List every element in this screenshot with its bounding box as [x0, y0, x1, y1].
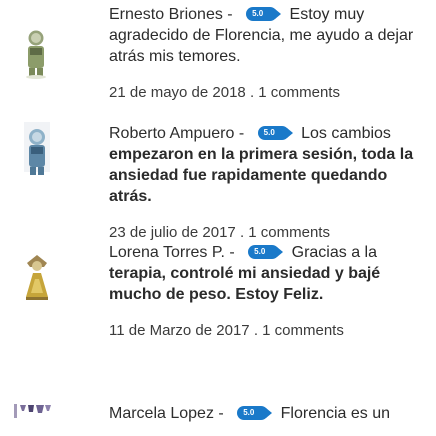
rating-score: 5.0: [252, 9, 264, 18]
user-avatar-icon: [14, 120, 84, 180]
review-item: Ernesto Briones - 5.0 Estoy muy agradeci…: [0, 0, 436, 105]
review-item: Marcela Lopez - 5.0 Florencia es un: [0, 402, 436, 436]
review-separator: -: [227, 6, 233, 23]
review-separator: -: [218, 405, 224, 422]
review-body: Marcela Lopez - 5.0 Florencia es un: [109, 404, 427, 424]
review-text: terapia, controlé mi ansiedad y bajé muc…: [109, 265, 381, 303]
review-date: 11 de Marzo de 2017 . 1 comments: [109, 322, 344, 339]
user-avatar-icon: [14, 253, 84, 313]
review-item: Lorena Torres P. - 5.0 Gracias a la tera…: [0, 243, 436, 353]
review-text-start: Estoy muy: [289, 6, 365, 23]
review-text: agradecido de Florencia, me ayudo a deja…: [109, 27, 414, 65]
rating-score: 5.0: [263, 128, 275, 137]
user-avatar-icon: [14, 402, 66, 422]
review-author: Marcela Lopez: [109, 405, 214, 422]
rating-score: 5.0: [243, 408, 255, 417]
rating-badge: 5.0: [248, 244, 284, 260]
review-text-start: Los cambios: [301, 125, 391, 142]
review-body: Ernesto Briones - 5.0 Estoy muy agradeci…: [109, 5, 427, 102]
testimonials-list: Ernesto Briones - 5.0 Estoy muy agradeci…: [0, 0, 436, 436]
rating-badge: 5.0: [237, 405, 273, 421]
review-item: Roberto Ampuero - 5.0 Los cambios empeza…: [0, 120, 436, 241]
review-separator: -: [238, 125, 245, 142]
review-text-start: Florencia es un: [280, 405, 391, 422]
review-author: Lorena Torres P.: [109, 244, 225, 261]
review-body: Lorena Torres P. - 5.0 Gracias a la tera…: [109, 243, 427, 340]
review-date: 23 de julio de 2017 . 1 comments: [109, 224, 330, 241]
user-avatar-icon: [14, 27, 84, 87]
rating-badge: 5.0: [246, 6, 282, 22]
review-text-start: Gracias a la: [291, 244, 377, 261]
review-body: Roberto Ampuero - 5.0 Los cambios empeza…: [109, 124, 427, 242]
rating-score: 5.0: [254, 247, 266, 256]
rating-badge: 5.0: [257, 125, 293, 141]
review-author: Roberto Ampuero: [109, 125, 235, 142]
review-separator: -: [229, 244, 235, 261]
review-date: 21 de mayo de 2018 . 1 comments: [109, 84, 340, 101]
review-text: empezaron en la primera sesión, toda la …: [109, 146, 414, 205]
review-author: Ernesto Briones: [109, 6, 223, 23]
